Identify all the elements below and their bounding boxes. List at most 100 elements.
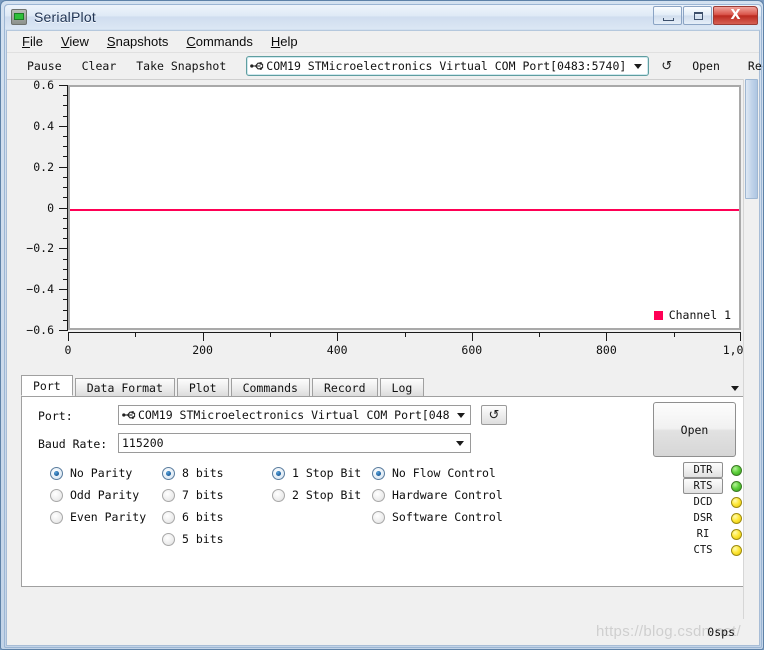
tab-port[interactable]: Port — [21, 375, 73, 396]
radio-8-bits[interactable]: 8 bits — [162, 462, 224, 484]
radio-7-bits[interactable]: 7 bits — [162, 484, 224, 506]
maximize-icon — [694, 12, 703, 20]
title-bar[interactable]: SerialPlot X — [5, 5, 761, 29]
x-tick-minor — [404, 332, 406, 337]
plot-canvas[interactable]: Channel 1 — [68, 85, 741, 330]
toolbar-open-port-button[interactable]: Open — [682, 55, 730, 77]
menu-item-commands[interactable]: Commands — [177, 32, 261, 51]
tab-commands[interactable]: Commands — [230, 378, 310, 396]
radio-odd-parity[interactable]: Odd Parity — [50, 484, 146, 506]
plot-area[interactable]: 0.6 0.4 0.2 0 −0.2 −0.4 −0.6 Channel 1 0 200 400… — [7, 80, 759, 375]
y-tick-major — [59, 207, 68, 209]
tab-data-format[interactable]: Data Format — [74, 378, 175, 396]
radio-indicator[interactable] — [372, 488, 385, 502]
y-tick-major — [59, 166, 68, 168]
y-tick-major — [59, 125, 68, 127]
settings-tabbar[interactable]: Port Data Format Plot Commands Record Log — [21, 375, 745, 397]
radio-indicator[interactable] — [162, 488, 175, 502]
x-tick-major — [337, 332, 339, 341]
radio-label: 8 bits — [182, 466, 224, 480]
baud-rate-combobox[interactable]: 115200 — [118, 433, 471, 453]
maximize-button[interactable] — [683, 6, 712, 25]
menu-bar: File View Snapshots Commands Help — [7, 31, 759, 53]
refresh-icon: ↺ — [661, 58, 673, 74]
y-tick-label: −0.6 — [26, 323, 54, 337]
radio-indicator[interactable] — [372, 466, 385, 480]
samples-per-second-status: 0sps — [707, 625, 735, 639]
pause-button[interactable]: Pause — [17, 55, 72, 77]
port-settings-panel: Port: COM19 STMicroelectronics Virtual C… — [21, 397, 745, 587]
menu-item-file[interactable]: File — [13, 32, 52, 51]
toolbar-port-combobox[interactable]: COM19 STMicroelectronics Virtual COM Por… — [246, 56, 650, 76]
radio-software-control[interactable]: Software Control — [372, 506, 503, 528]
radio-indicator[interactable] — [50, 466, 63, 480]
led-dsr — [731, 512, 742, 524]
radio-label: Software Control — [392, 510, 503, 524]
menu-item-help[interactable]: Help — [262, 32, 307, 51]
radio-5-bits[interactable]: 5 bits — [162, 528, 224, 550]
radio-label: Hardware Control — [392, 488, 503, 502]
take-snapshot-button[interactable]: Take Snapshot — [126, 55, 236, 77]
x-tick-major — [606, 332, 608, 341]
vertical-scrollbar-thumb[interactable] — [745, 79, 758, 199]
stop-bits-radio-group: 1 Stop Bit 2 Stop Bit — [272, 462, 361, 506]
radio-2-stop-bit[interactable]: 2 Stop Bit — [272, 484, 361, 506]
toolbar-record-button[interactable]: Record — [738, 55, 763, 77]
radio-no-parity[interactable]: No Parity — [50, 462, 146, 484]
x-tick-major — [68, 332, 69, 341]
signal-row-cts: CTS — [642, 542, 742, 558]
radio-label: 2 Stop Bit — [292, 488, 362, 502]
port-combobox-chevron-down-icon[interactable] — [454, 406, 468, 424]
x-tick-major — [740, 332, 741, 341]
y-tick-major — [59, 289, 68, 291]
radio-1-stop-bit[interactable]: 1 Stop Bit — [272, 462, 361, 484]
radio-indicator[interactable] — [272, 488, 285, 502]
radio-indicator[interactable] — [162, 466, 175, 480]
radio-indicator[interactable] — [162, 510, 175, 524]
radio-indicator[interactable] — [372, 510, 385, 524]
menu-item-help-rest: elp — [280, 34, 298, 49]
radio-no-flow-control[interactable]: No Flow Control — [372, 462, 503, 484]
led-dtr — [731, 464, 742, 476]
usb-icon — [250, 60, 264, 72]
radio-even-parity[interactable]: Even Parity — [50, 506, 146, 528]
baud-rate-chevron-down-icon[interactable] — [452, 434, 468, 452]
x-tick-minor — [539, 332, 541, 337]
port-refresh-button[interactable]: ↺ — [481, 405, 507, 425]
vertical-scrollbar[interactable] — [743, 79, 759, 619]
port-combobox-value: COM19 STMicroelectronics Virtual COM Por… — [138, 408, 450, 422]
y-tick-major — [59, 330, 68, 331]
radio-6-bits[interactable]: 6 bits — [162, 506, 224, 528]
y-tick-label: 0 — [47, 200, 54, 215]
radio-indicator[interactable] — [272, 466, 285, 480]
radio-label: 6 bits — [182, 510, 224, 524]
x-tick-major — [471, 332, 473, 341]
radio-hardware-control[interactable]: Hardware Control — [372, 484, 503, 506]
radio-indicator[interactable] — [162, 532, 175, 546]
tab-log[interactable]: Log — [379, 378, 425, 396]
radio-label: Odd Parity — [70, 488, 140, 502]
signal-label-cts: CTS — [693, 544, 713, 556]
clear-button[interactable]: Clear — [72, 55, 127, 77]
signal-button-dtr[interactable]: DTR — [683, 462, 723, 478]
y-axis: 0.6 0.4 0.2 0 −0.2 −0.4 −0.6 — [7, 80, 68, 337]
modem-signal-indicators: DTR RTS DCD DSR RI CTS — [642, 462, 742, 558]
tab-overflow-chevron-down-icon[interactable] — [731, 386, 739, 391]
radio-indicator[interactable] — [50, 510, 63, 524]
chevron-down-icon[interactable] — [630, 57, 646, 75]
menu-item-snapshots[interactable]: Snapshots — [98, 32, 177, 51]
close-button[interactable]: X — [713, 6, 758, 25]
y-tick-label: −0.4 — [26, 282, 54, 297]
menu-item-view-rest: iew — [69, 34, 89, 49]
x-tick-label: 0 — [64, 343, 72, 357]
port-combobox[interactable]: COM19 STMicroelectronics Virtual COM Por… — [118, 405, 471, 425]
open-port-button[interactable]: Open — [653, 402, 736, 457]
tab-record[interactable]: Record — [311, 378, 378, 396]
close-icon: X — [730, 8, 741, 23]
signal-button-rts[interactable]: RTS — [683, 478, 723, 494]
minimize-button[interactable] — [653, 6, 682, 25]
menu-item-view[interactable]: View — [52, 32, 98, 51]
toolbar-refresh-ports-button[interactable]: ↺ — [651, 55, 682, 78]
radio-indicator[interactable] — [50, 488, 63, 502]
tab-plot[interactable]: Plot — [176, 378, 229, 396]
